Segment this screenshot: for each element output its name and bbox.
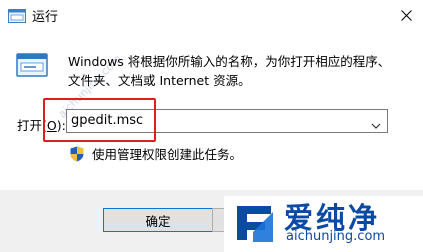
run-program-icon (16, 49, 48, 81)
run-dialog: 运行 aichunjing.com Windows 将根据你所输入的名称，为你打… (0, 0, 423, 252)
admin-note-text: 使用管理权限创建此任务。 (92, 147, 243, 162)
highlight-box (43, 98, 156, 142)
admin-note-row: 使用管理权限创建此任务。 (70, 144, 242, 163)
ok-button[interactable]: 确定 (103, 208, 213, 232)
cancel-button[interactable] (212, 208, 224, 232)
title-bar[interactable]: 运行 (0, 0, 423, 30)
close-button[interactable] (389, 0, 423, 30)
close-icon (400, 9, 412, 21)
window-title: 运行 (32, 10, 59, 25)
run-app-icon (8, 8, 26, 23)
dialog-description: Windows 将根据你所输入的名称，为你打开相应的程序、文件夹、文档或 Int… (68, 54, 391, 88)
watermark-url: aichunjing.com (286, 229, 386, 244)
uac-shield-icon (70, 146, 84, 161)
chevron-down-icon[interactable] (371, 116, 381, 129)
watermark-logo-icon (229, 198, 279, 248)
